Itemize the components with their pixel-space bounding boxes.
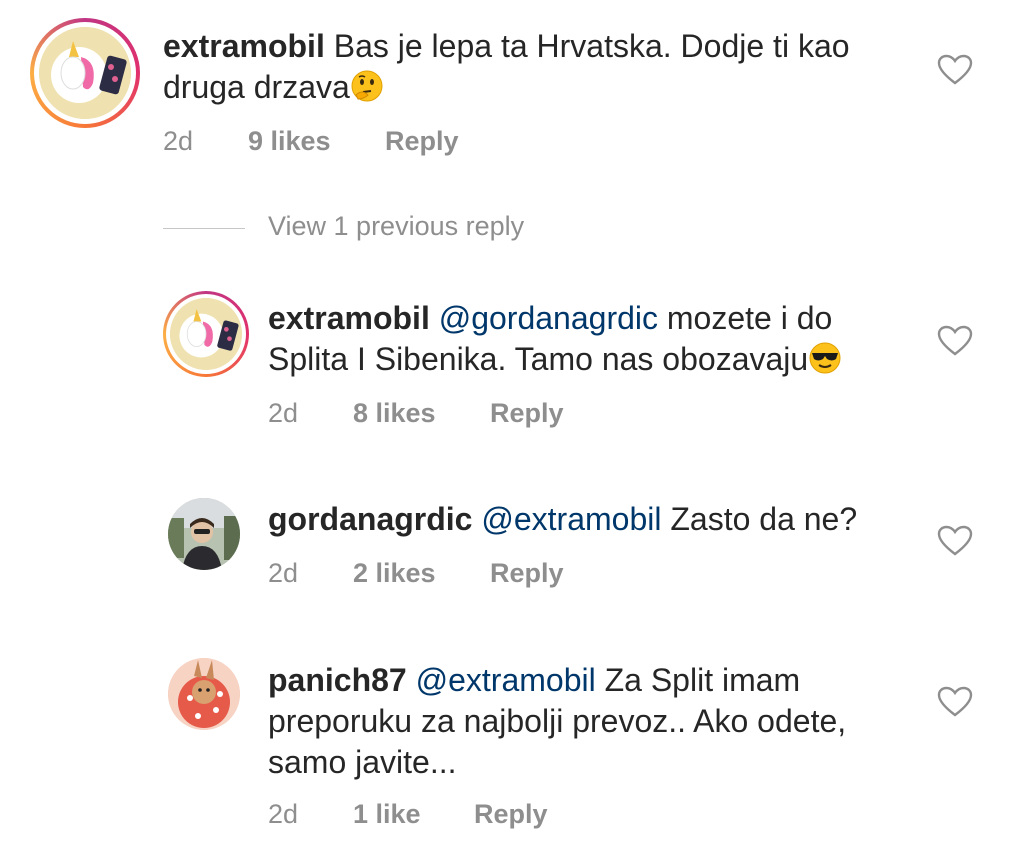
likes-count[interactable]: 2 likes	[353, 558, 436, 589]
avatar[interactable]	[168, 498, 240, 570]
reply-body-cont: samo javite...	[268, 744, 457, 780]
reply-text: panich87 @extramobil Za Split imam prepo…	[268, 660, 928, 783]
likes-count[interactable]: 8 likes	[353, 398, 436, 429]
reply-button[interactable]: Reply	[490, 558, 564, 589]
username-link[interactable]: gordanagrdic	[268, 501, 472, 537]
thinking-face-icon	[350, 69, 384, 113]
timestamp: 2d	[268, 799, 299, 829]
mention-link[interactable]: @extramobil	[481, 501, 661, 537]
comment-text: extramobil Bas je lepa ta Hrvatska. Dodj…	[163, 26, 923, 113]
username-link[interactable]: extramobil	[268, 300, 430, 336]
reply-text: extramobil @gordanagrdic mozete i do Spl…	[268, 298, 928, 385]
story-ring[interactable]	[163, 291, 249, 377]
comment-body-cont: druga drzava	[163, 69, 350, 105]
reply-body: Zasto da ne?	[670, 501, 858, 537]
username-link[interactable]: panich87	[268, 662, 407, 698]
reply-body: Za Split imam	[604, 662, 801, 698]
timestamp: 2d	[268, 398, 299, 428]
avatar[interactable]	[39, 27, 131, 119]
view-replies-label[interactable]: View 1 previous reply	[268, 211, 524, 242]
timestamp: 2d	[268, 558, 299, 588]
reply-button[interactable]: Reply	[490, 398, 564, 429]
mention-link[interactable]: @extramobil	[416, 662, 596, 698]
comment-body: Bas je lepa ta Hrvatska. Dodje ti kao	[333, 28, 850, 64]
reply-body: mozete i do	[666, 300, 833, 336]
reply-body-cont: Splita I Sibenika. Tamo nas obozavaju	[268, 341, 809, 377]
reply-button[interactable]: Reply	[474, 799, 548, 830]
reply-button[interactable]: Reply	[385, 126, 459, 157]
reply-body-cont: preporuku za najbolji prevoz.. Ako odete…	[268, 703, 847, 739]
mention-link[interactable]: @gordanagrdic	[439, 300, 658, 336]
like-heart-icon[interactable]	[937, 54, 973, 86]
sunglasses-face-icon	[808, 341, 842, 385]
timestamp: 2d	[163, 126, 194, 156]
like-heart-icon[interactable]	[937, 325, 973, 357]
divider-line	[163, 228, 245, 229]
username-link[interactable]: extramobil	[163, 28, 325, 64]
like-heart-icon[interactable]	[937, 525, 973, 557]
story-ring[interactable]	[30, 18, 140, 128]
avatar[interactable]	[170, 298, 242, 370]
likes-count[interactable]: 9 likes	[248, 126, 331, 157]
reply-text: gordanagrdic @extramobil Zasto da ne?	[268, 499, 928, 540]
likes-count[interactable]: 1 like	[353, 799, 421, 830]
like-heart-icon[interactable]	[937, 686, 973, 718]
avatar[interactable]	[168, 658, 240, 730]
